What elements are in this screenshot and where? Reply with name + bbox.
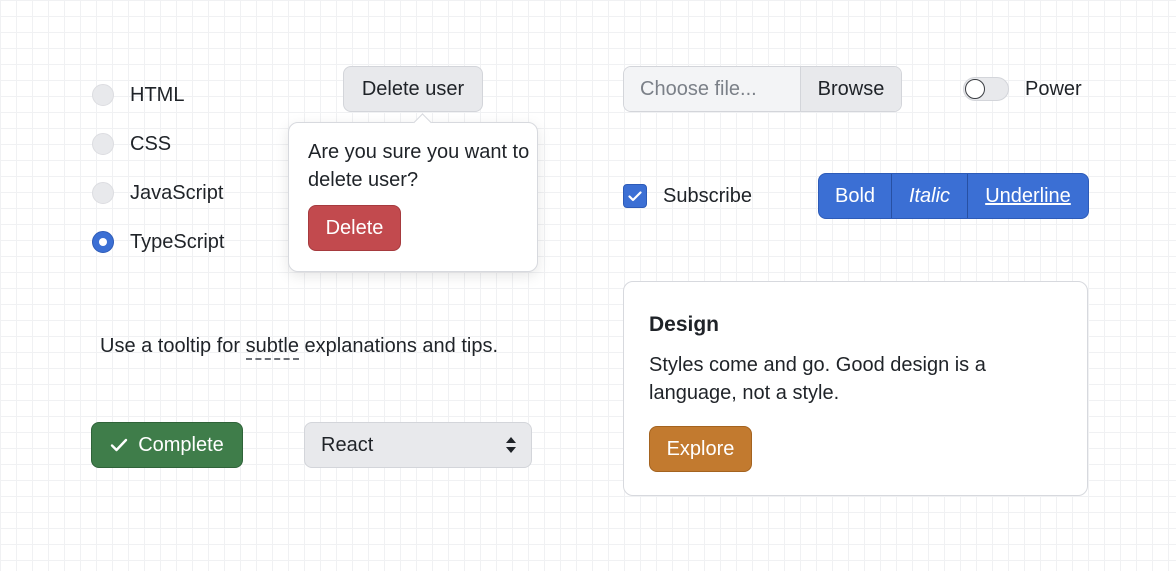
radio-option-css[interactable]: CSS bbox=[92, 131, 224, 157]
browse-button[interactable]: Browse bbox=[800, 67, 901, 111]
file-input-field[interactable]: Choose file... bbox=[624, 67, 800, 111]
radio-button[interactable] bbox=[92, 182, 114, 204]
italic-button[interactable]: Italic bbox=[891, 174, 967, 218]
underline-button[interactable]: Underline bbox=[967, 174, 1088, 218]
popover-arrow bbox=[413, 113, 432, 132]
subscribe-option[interactable]: Subscribe bbox=[623, 184, 752, 208]
explore-label: Explore bbox=[666, 437, 735, 460]
select-arrows-icon bbox=[505, 436, 517, 454]
power-label: Power bbox=[1025, 77, 1082, 100]
check-icon bbox=[110, 438, 138, 452]
radio-button-checked[interactable] bbox=[92, 231, 114, 253]
toggle-switch[interactable] bbox=[963, 77, 1009, 101]
delete-confirm-popover: Are you sure you want to delete user? De… bbox=[288, 113, 538, 272]
explore-button[interactable]: Explore bbox=[649, 426, 752, 472]
bold-button[interactable]: Bold bbox=[819, 174, 891, 218]
popover-message: Are you sure you want to delete user? bbox=[308, 141, 530, 191]
text-format-group: Bold Italic Underline bbox=[818, 173, 1089, 219]
radio-label: HTML bbox=[130, 83, 185, 106]
radio-button[interactable] bbox=[92, 84, 114, 106]
radio-label: JavaScript bbox=[130, 181, 224, 204]
radio-label: TypeScript bbox=[130, 230, 225, 253]
complete-label: Complete bbox=[138, 433, 224, 456]
tooltip-text-before: Use a tooltip for bbox=[100, 335, 246, 357]
tooltip-sentence: Use a tooltip for subtle explanations an… bbox=[100, 335, 499, 360]
language-radio-group: HTML CSS JavaScript TypeScript bbox=[92, 82, 224, 255]
file-input: Choose file... Browse bbox=[623, 66, 902, 112]
framework-select[interactable]: React bbox=[304, 422, 532, 468]
subscribe-label: Subscribe bbox=[663, 184, 752, 207]
delete-confirm-label: Delete bbox=[325, 216, 384, 239]
card-body: Styles come and go. Good design is a lan… bbox=[649, 354, 986, 404]
radio-option-typescript[interactable]: TypeScript bbox=[92, 229, 224, 255]
subscribe-checkbox[interactable] bbox=[623, 184, 647, 208]
radio-label: CSS bbox=[130, 132, 172, 155]
delete-user-label: Delete user bbox=[361, 77, 465, 100]
toggle-knob bbox=[965, 79, 985, 99]
select-value: React bbox=[321, 433, 374, 456]
tooltip-text-after: explanations and tips. bbox=[299, 335, 499, 357]
power-toggle[interactable]: Power bbox=[963, 77, 1082, 101]
checkmark-icon bbox=[628, 190, 642, 202]
complete-button[interactable]: Complete bbox=[91, 422, 243, 468]
radio-option-javascript[interactable]: JavaScript bbox=[92, 180, 224, 206]
delete-confirm-button[interactable]: Delete bbox=[308, 205, 401, 251]
design-card: Design Styles come and go. Good design i… bbox=[623, 281, 1088, 496]
delete-user-button[interactable]: Delete user bbox=[343, 66, 483, 112]
card-title: Design bbox=[649, 313, 720, 336]
radio-button[interactable] bbox=[92, 133, 114, 155]
tooltip-trigger[interactable]: subtle bbox=[245, 335, 299, 360]
radio-option-html[interactable]: HTML bbox=[92, 82, 224, 108]
